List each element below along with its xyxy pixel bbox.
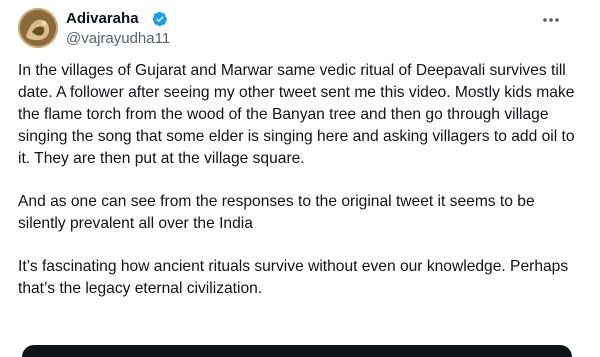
tweet-paragraph: In the villages of Gujarat and Marwar sa…: [18, 62, 575, 167]
video-media-preview[interactable]: [22, 345, 572, 357]
author-handle[interactable]: @vajrayudha11: [66, 30, 170, 48]
tweet-text: In the villages of Gujarat and Marwar sa…: [18, 60, 583, 321]
tweet-paragraph: It’s fascinating how ancient rituals sur…: [18, 258, 569, 297]
more-options-icon[interactable]: [536, 10, 566, 30]
tweet-paragraph: And as one can see from the responses to…: [18, 193, 535, 232]
verified-badge-icon: [152, 11, 168, 27]
profile-avatar[interactable]: [18, 8, 58, 48]
author-display-name[interactable]: Adivaraha: [66, 10, 139, 28]
tweet-card: Adivaraha @vajrayudha11 In the villages …: [0, 0, 600, 357]
